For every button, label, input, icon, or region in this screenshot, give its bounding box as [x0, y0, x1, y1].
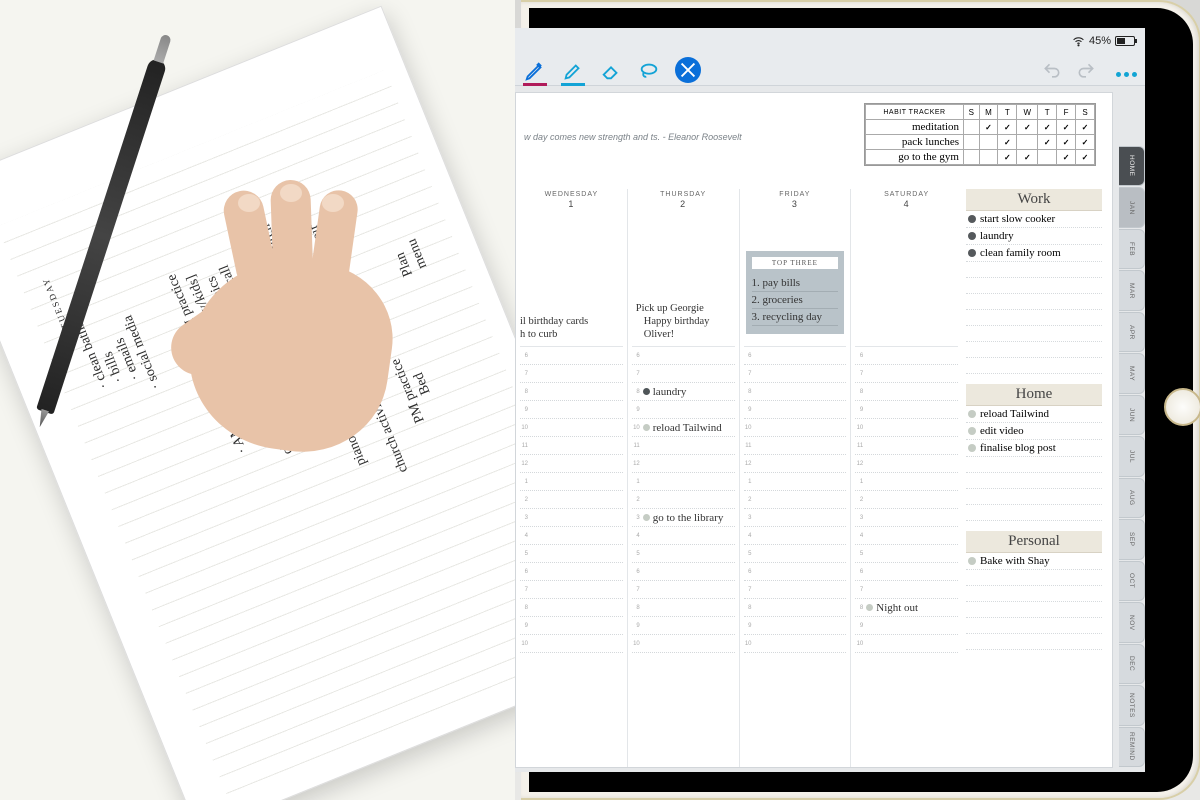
tab-feb[interactable]: FEB: [1119, 229, 1145, 269]
tab-notes[interactable]: NOTES: [1119, 685, 1145, 725]
tab-mar[interactable]: MAR: [1119, 270, 1145, 310]
habit-tracker[interactable]: HABIT TRACKERSMTWTFSmeditationpack lunch…: [864, 103, 1096, 166]
tab-may[interactable]: MAY: [1119, 353, 1145, 393]
personal-section: Personal Bake with Shay: [966, 531, 1102, 650]
ipad-home-button[interactable]: [1164, 388, 1200, 426]
tab-home[interactable]: HOME: [1119, 146, 1145, 186]
tab-oct[interactable]: OCT: [1119, 561, 1145, 601]
day-wed[interactable]: WEDNESDAY1il birthday cardsh to curb6789…: [516, 189, 627, 767]
task-item[interactable]: laundry: [966, 228, 1102, 245]
status-bar: 45%: [515, 28, 1145, 54]
planner-page[interactable]: w day comes new strength and ts. - Elean…: [515, 92, 1113, 768]
battery-percent: 45%: [1089, 35, 1111, 47]
pen-tool[interactable]: [523, 57, 547, 85]
tab-remind[interactable]: REMIND: [1119, 727, 1145, 767]
eraser-tool[interactable]: [599, 57, 623, 85]
tab-nov[interactable]: NOV: [1119, 602, 1145, 642]
day-sat[interactable]: SATURDAY4678910111212345678Night out910: [850, 189, 962, 767]
day-thu[interactable]: THURSDAY2Pick up GeorgieHappy birthdayOl…: [627, 189, 739, 767]
shapes-tool[interactable]: [675, 57, 701, 83]
ipad-screen: 45% w day comes new strength and ts. - E…: [515, 28, 1145, 772]
task-item[interactable]: reload Tailwind: [966, 406, 1102, 423]
home-section: Home reload Tailwindedit videofinalise b…: [966, 384, 1102, 521]
task-item[interactable]: finalise blog post: [966, 440, 1102, 457]
undo-button[interactable]: [1042, 61, 1062, 81]
tab-jul[interactable]: JUL: [1119, 436, 1145, 476]
lasso-tool[interactable]: [637, 57, 661, 85]
task-item[interactable]: start slow cooker: [966, 211, 1102, 228]
work-section: Work start slow cookerlaundryclean famil…: [966, 189, 1102, 374]
paper-planner-photo: TUESDAY · clean baths · bills · emails ·…: [0, 0, 515, 800]
month-tabs: HOMEJANFEBMARAPRMAYJUNJULAUGSEPOCTNOVDEC…: [1119, 146, 1145, 768]
ipad-side: 45% w day comes new strength and ts. - E…: [515, 0, 1200, 800]
week-columns: WEDNESDAY1il birthday cardsh to curb6789…: [516, 189, 962, 767]
tab-apr[interactable]: APR: [1119, 312, 1145, 352]
tab-jun[interactable]: JUN: [1119, 395, 1145, 435]
task-item[interactable]: clean family room: [966, 245, 1102, 262]
highlighter-tool[interactable]: [561, 57, 585, 85]
tab-jan[interactable]: JAN: [1119, 187, 1145, 227]
redo-button[interactable]: [1076, 61, 1096, 81]
quote-text: w day comes new strength and ts. - Elean…: [524, 131, 794, 143]
tab-sep[interactable]: SEP: [1119, 519, 1145, 559]
tab-aug[interactable]: AUG: [1119, 478, 1145, 518]
task-item[interactable]: Bake with Shay: [966, 553, 1102, 570]
tab-dec[interactable]: DEC: [1119, 644, 1145, 684]
wifi-icon: [1072, 35, 1085, 48]
task-item[interactable]: edit video: [966, 423, 1102, 440]
battery-icon: [1115, 36, 1135, 46]
app-toolbar: [515, 54, 1145, 86]
more-menu[interactable]: [1116, 72, 1137, 77]
hand-illustration: [160, 200, 420, 480]
day-fri[interactable]: FRIDAY3TOP THREE1. pay bills2. groceries…: [739, 189, 851, 767]
side-lists: Work start slow cookerlaundryclean famil…: [966, 189, 1102, 759]
